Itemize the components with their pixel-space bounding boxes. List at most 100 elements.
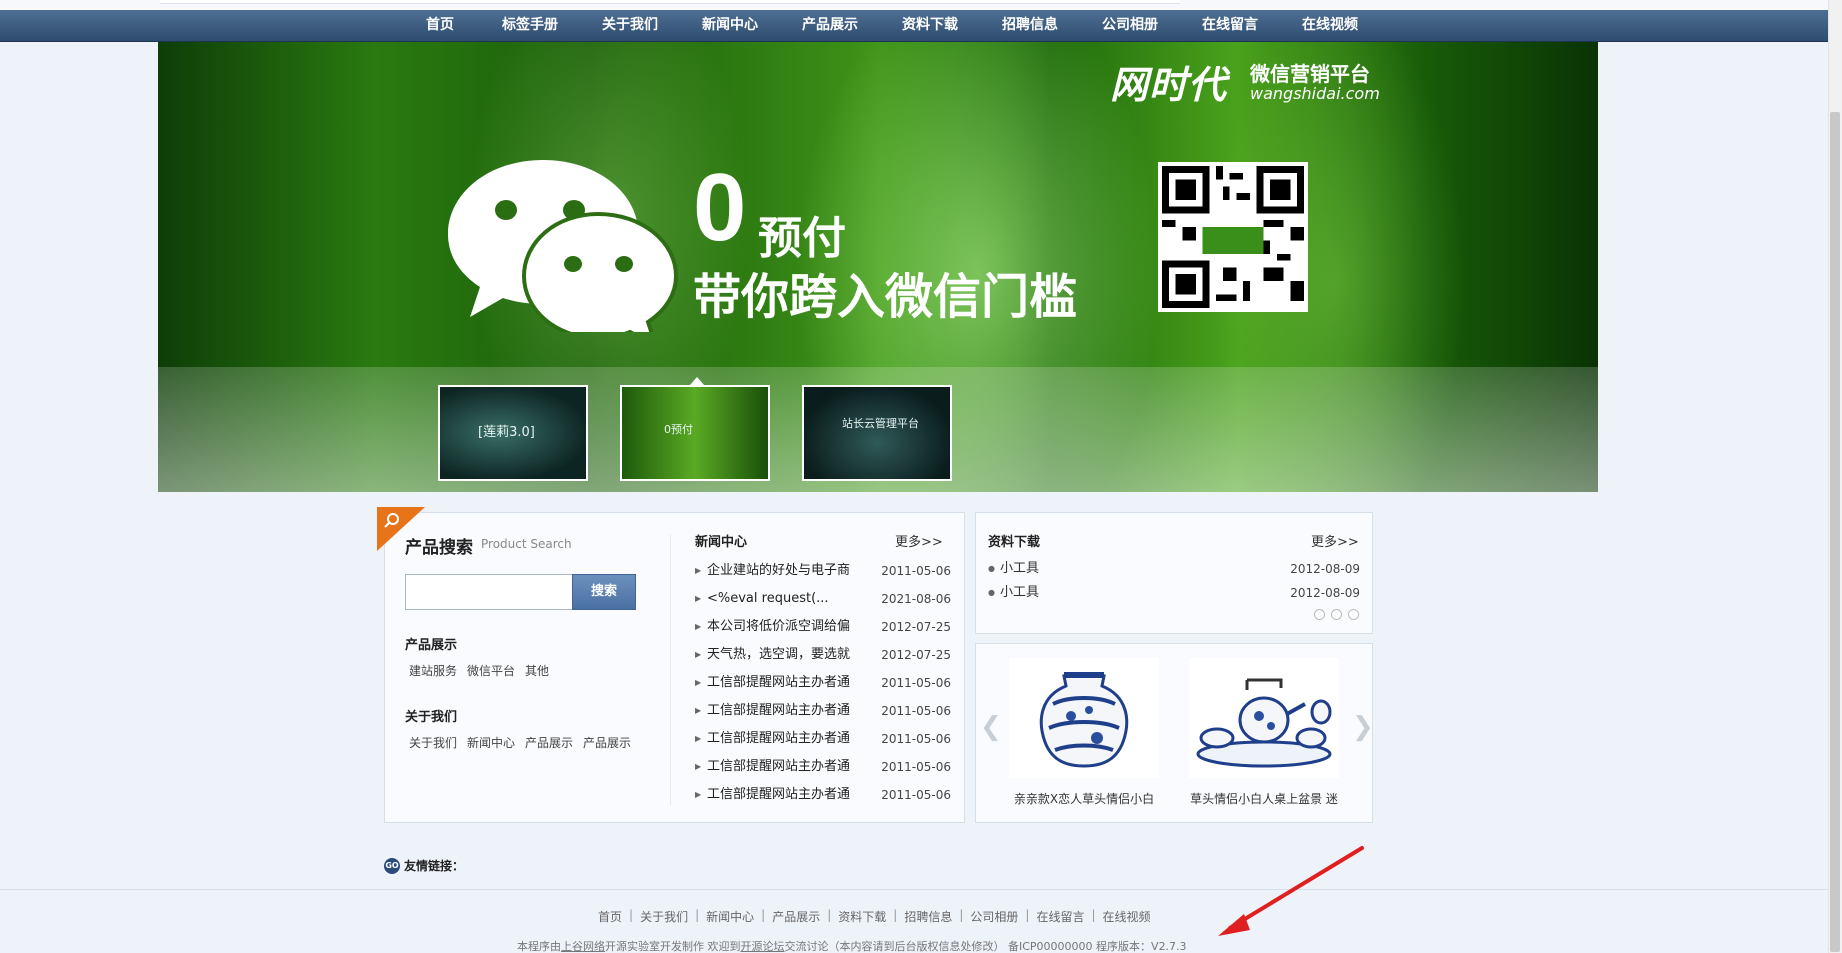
news-item-title[interactable]: 工信部提醒网站主办者通 — [707, 729, 875, 757]
bullet-icon: ▶ — [695, 622, 702, 631]
news-item[interactable]: ▶ 工信部提醒网站主办者通 2011-05-06 — [695, 757, 951, 785]
download-item-title[interactable]: 小工具 — [1000, 559, 1290, 583]
nav-item-video[interactable]: 在线视频 — [1280, 10, 1380, 42]
product-search-title: 产品搜索 — [405, 538, 473, 558]
news-item[interactable]: ▶ 工信部提醒网站主办者通 2011-05-06 — [695, 701, 951, 729]
nav-item-message[interactable]: 在线留言 — [1180, 10, 1280, 42]
footer-link-downloads[interactable]: 资料下载 — [838, 908, 886, 925]
news-item-title[interactable]: 工信部提醒网站主办者通 — [707, 701, 875, 729]
news-item-title[interactable]: <%eval request(... — [707, 589, 875, 617]
about-link-products-2[interactable]: 产品展示 — [583, 734, 631, 751]
chevron-right-icon[interactable]: ❯ — [1352, 712, 1374, 742]
footer-link-album[interactable]: 公司相册 — [970, 908, 1018, 925]
nav-item-jobs[interactable]: 招聘信息 — [980, 10, 1080, 42]
footer-separator: | — [893, 908, 898, 922]
news-item-date: 2011-05-06 — [881, 564, 951, 578]
products-link-other[interactable]: 其他 — [525, 662, 549, 679]
search-news-panel: 产品搜索 Product Search 搜索 产品展示 建站服务 微信平台 其他… — [377, 507, 965, 823]
news-item[interactable]: ▶ 天气热，选空调，要选就 2012-07-25 — [695, 645, 951, 673]
nav-item-tag-manual[interactable]: 标签手册 — [480, 10, 580, 42]
footer-copyright: 本程序由上谷网络开源实验室开发制作 欢迎到开源论坛交流讨论（本内容请到后台版权信… — [517, 938, 1187, 953]
products-link-wechat[interactable]: 微信平台 — [467, 662, 515, 679]
footer-separator: | — [1025, 908, 1030, 922]
footer-link-message[interactable]: 在线留言 — [1036, 908, 1084, 925]
downloads-more-link[interactable]: 更多>> — [1311, 531, 1359, 550]
news-item[interactable]: ▶ <%eval request(... 2021-08-06 — [695, 589, 951, 617]
footer-separator: | — [761, 908, 766, 922]
download-item-date: 2012-08-09 — [1290, 586, 1360, 600]
footer-separator: | — [695, 908, 700, 922]
nav-item-downloads[interactable]: 资料下载 — [880, 10, 980, 42]
nav-item-about[interactable]: 关于我们 — [580, 10, 680, 42]
footer-link-home[interactable]: 首页 — [598, 908, 622, 925]
bullet-icon: ● — [988, 588, 995, 597]
news-item-title[interactable]: 本公司将低价派空调给偏 — [707, 617, 875, 645]
bullet-icon: ▶ — [695, 678, 702, 687]
news-item-date: 2011-05-06 — [881, 732, 951, 746]
thumb-2-label: 0预付 — [664, 423, 693, 436]
copyright-company-link[interactable]: 上谷网络 — [561, 940, 605, 953]
product-card[interactable]: 亲亲款X恋人草头情侣小白 — [1009, 658, 1159, 807]
news-item-title[interactable]: 企业建站的好处与电子商 — [707, 561, 875, 589]
nav-item-products[interactable]: 产品展示 — [780, 10, 880, 42]
footer-link-video[interactable]: 在线视频 — [1103, 908, 1151, 925]
product-name[interactable]: 亲亲款X恋人草头情侣小白 — [1009, 790, 1159, 807]
about-link-about[interactable]: 关于我们 — [409, 734, 457, 751]
product-card[interactable]: 草头情侣小白人桌上盆景 迷 — [1189, 658, 1339, 807]
chevron-left-icon[interactable]: ❮ — [980, 712, 1002, 742]
nav-item-news[interactable]: 新闻中心 — [680, 10, 780, 42]
news-more-link[interactable]: 更多>> — [895, 531, 943, 550]
news-item-date: 2012-07-25 — [881, 648, 951, 662]
news-item[interactable]: ▶ 企业建站的好处与电子商 2011-05-06 — [695, 561, 951, 589]
news-item[interactable]: ▶ 本公司将低价派空调给偏 2012-07-25 — [695, 617, 951, 645]
news-item-title[interactable]: 天气热，选空调，要选就 — [707, 645, 875, 673]
product-image-teaset[interactable] — [1189, 658, 1339, 778]
active-thumb-pointer — [690, 377, 704, 385]
footer-link-about[interactable]: 关于我们 — [640, 908, 688, 925]
search-button[interactable]: 搜索 — [572, 574, 636, 610]
bullet-icon: ▶ — [695, 762, 702, 771]
banner-thumb-3[interactable]: 站长云管理平台 — [802, 385, 952, 481]
pager-dot[interactable] — [1314, 609, 1325, 620]
news-item-title[interactable]: 工信部提醒网站主办者通 — [707, 785, 875, 813]
about-menu-heading: 关于我们 — [405, 710, 458, 725]
nav-item-home[interactable]: 首页 — [400, 10, 480, 42]
news-item-date: 2011-05-06 — [881, 676, 951, 690]
bullet-icon: ▶ — [695, 706, 702, 715]
product-name[interactable]: 草头情侣小白人桌上盆景 迷 — [1189, 790, 1339, 807]
bullet-icon: ▶ — [695, 790, 702, 799]
download-item[interactable]: ● 小工具 2012-08-09 — [988, 559, 1360, 583]
product-search-input[interactable] — [405, 574, 573, 610]
footer-link-news[interactable]: 新闻中心 — [706, 908, 754, 925]
news-item[interactable]: ▶ 工信部提醒网站主办者通 2011-05-06 — [695, 673, 951, 701]
footer-link-jobs[interactable]: 招聘信息 — [904, 908, 952, 925]
download-item[interactable]: ● 小工具 2012-08-09 — [988, 583, 1360, 607]
about-link-news[interactable]: 新闻中心 — [467, 734, 515, 751]
copyright-forum-link[interactable]: 开源论坛 — [741, 940, 785, 953]
news-item[interactable]: ▶ 工信部提醒网站主办者通 2011-05-06 — [695, 729, 951, 757]
banner-thumb-2[interactable]: 0预付 — [620, 385, 770, 481]
about-link-products-1[interactable]: 产品展示 — [525, 734, 573, 751]
download-item-title[interactable]: 小工具 — [1000, 583, 1290, 607]
headline-tagline: 带你跨入微信门槛 — [693, 269, 1078, 325]
downloads-title: 资料下载 — [988, 535, 1041, 550]
top-strip-inner — [160, 0, 1180, 4]
downloads-panel: 资料下载 更多>> ● 小工具 2012-08-09 ● 小工具 2012-08-09 — [975, 512, 1373, 634]
page-footer: 首页 | 关于我们 | 新闻中心 | 产品展示 | 资料下载 | 招聘信息 | 公司相册 | … — [0, 889, 1828, 953]
product-image-vase[interactable] — [1009, 658, 1159, 778]
page-scrollbar[interactable] — [1828, 0, 1842, 953]
news-item[interactable]: ▶ 工信部提醒网站主办者通 2011-05-06 — [695, 785, 951, 813]
downloads-pager — [1314, 609, 1359, 620]
pager-dot[interactable] — [1348, 609, 1359, 620]
footer-link-products[interactable]: 产品展示 — [772, 908, 820, 925]
nav-item-album[interactable]: 公司相册 — [1080, 10, 1180, 42]
banner-thumb-1[interactable]: [莲莉3.0] — [438, 385, 588, 481]
news-item-title[interactable]: 工信部提醒网站主办者通 — [707, 673, 875, 701]
brand-logo-text: 网时代 — [1110, 62, 1228, 107]
products-link-site-service[interactable]: 建站服务 — [409, 662, 457, 679]
news-item-date: 2011-05-06 — [881, 760, 951, 774]
scrollbar-thumb[interactable] — [1830, 112, 1840, 952]
news-list: ▶ 企业建站的好处与电子商 2011-05-06 ▶ <%eval request(.… — [695, 561, 951, 813]
news-item-title[interactable]: 工信部提醒网站主办者通 — [707, 757, 875, 785]
pager-dot[interactable] — [1331, 609, 1342, 620]
